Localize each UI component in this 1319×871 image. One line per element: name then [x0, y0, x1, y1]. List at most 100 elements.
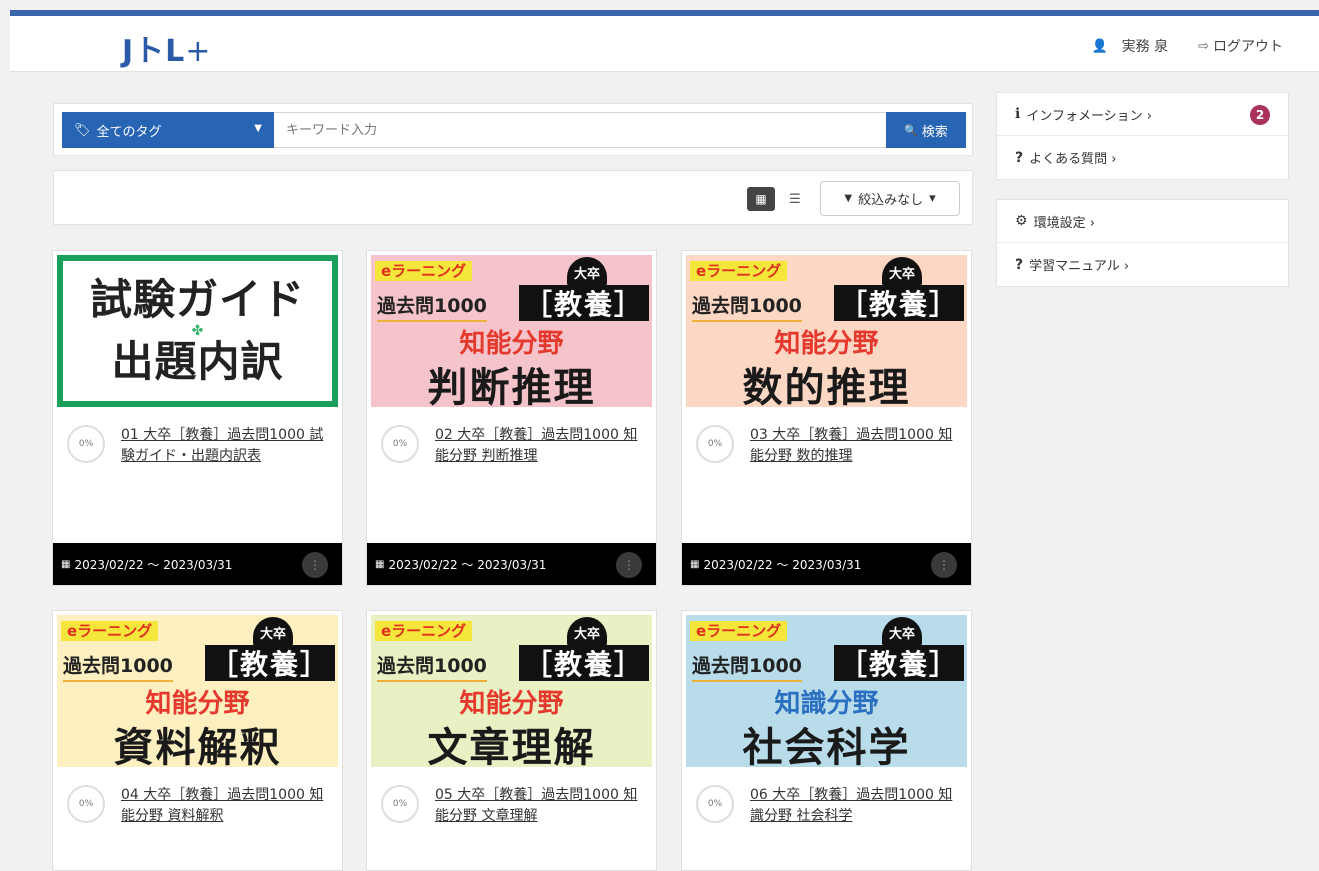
kyoyo-label: ［教養］: [205, 645, 335, 681]
side-info-panel: ℹ インフォメーション › 2 ? よくある質問 ›: [996, 92, 1289, 180]
progress-indicator: 0%: [67, 425, 105, 463]
app-header: JトL+ 👤 実務 泉 ⇨ ログアウト: [10, 16, 1319, 72]
list-icon: ☰: [789, 191, 801, 207]
question-circle-icon: ?: [1015, 256, 1024, 273]
course-card-04[interactable]: eラーニング 大卒 過去問1000 ［教養］ 知能分野 資料解釈 0% 04 大…: [52, 610, 343, 871]
course-title-link[interactable]: 03 大卒［教養］過去問1000 知能分野 数的推理: [750, 425, 960, 467]
tag-select[interactable]: 🏷 全てのタグ ▼: [62, 112, 274, 148]
calendar-icon: ▦: [61, 558, 71, 570]
logo-plus: +: [185, 34, 212, 69]
question-icon: ?: [1015, 149, 1024, 166]
date-bar: ▦ 2023/02/22 ～ 2023/03/31 ⋮: [367, 543, 656, 585]
sidebar-item-label: 学習マニュアル ›: [1029, 259, 1130, 274]
course-card-02[interactable]: eラーニング 大卒 過去問1000 ［教養］ 知能分野 判断推理 0% 02 大…: [366, 250, 657, 586]
course-title-link[interactable]: 05 大卒［教養］過去問1000 知能分野 文章理解: [435, 785, 645, 827]
past-questions-label: 過去問1000: [63, 651, 173, 682]
user-icon: 👤: [1091, 38, 1108, 54]
kyoyo-label: ［教養］: [519, 645, 649, 681]
more-menu-button[interactable]: ⋮: [302, 552, 328, 578]
progress-indicator: 0%: [696, 785, 734, 823]
progress-indicator: 0%: [381, 785, 419, 823]
past-questions-label: 過去問1000: [692, 651, 802, 682]
subject-label: 判断推理: [427, 365, 596, 407]
course-card-05[interactable]: eラーニング 大卒 過去問1000 ［教養］ 知能分野 文章理解 0% 05 大…: [366, 610, 657, 871]
user-name: 実務 泉: [1121, 39, 1169, 55]
past-questions-label: 過去問1000: [377, 291, 487, 322]
more-icon: ⋮: [623, 558, 635, 572]
course-title-link[interactable]: 04 大卒［教養］過去問1000 知能分野 資料解釈: [121, 785, 331, 827]
course-thumbnail[interactable]: eラーニング 大卒 過去問1000 ［教養］ 知能分野 文章理解: [371, 615, 652, 767]
more-menu-button[interactable]: ⋮: [616, 552, 642, 578]
tag-icon: 🏷: [74, 122, 91, 138]
sidebar-item-label: よくある質問 ›: [1029, 152, 1117, 167]
caret-down-icon: ▾: [929, 191, 936, 206]
calendar-icon: ▦: [690, 558, 700, 570]
course-thumbnail[interactable]: eラーニング 大卒 過去問1000 ［教養］ 知能分野 判断推理: [371, 255, 652, 407]
filter-label: 絞込みなし: [858, 193, 924, 208]
course-card-06[interactable]: eラーニング 大卒 過去問1000 ［教養］ 知識分野 社会科学 0% 06 大…: [681, 610, 972, 871]
elearning-tag: eラーニング: [375, 621, 473, 641]
more-icon: ⋮: [309, 558, 321, 572]
date-range: 2023/02/22 ～ 2023/03/31: [74, 557, 233, 572]
more-menu-button[interactable]: ⋮: [931, 552, 957, 578]
course-thumbnail[interactable]: eラーニング 大卒 過去問1000 ［教養］ 知能分野 数的推理: [686, 255, 967, 407]
notification-badge: 2: [1250, 105, 1270, 125]
course-thumbnail[interactable]: 試験ガイド ✤ 出題内訳: [57, 255, 338, 407]
tag-select-label: 全てのタグ: [96, 124, 162, 140]
course-title-link[interactable]: 02 大卒［教養］過去問1000 知能分野 判断推理: [435, 425, 645, 467]
date-bar: ▦ 2023/02/22 ～ 2023/03/31 ⋮: [682, 543, 971, 585]
more-icon: ⋮: [938, 558, 950, 572]
course-title-link[interactable]: 01 大卒［教養］過去問1000 試験ガイド・出題内訳表: [121, 425, 331, 467]
search-button[interactable]: 🔍 検索: [886, 112, 966, 148]
user-area: 👤 実務 泉 ⇨ ログアウト: [1091, 36, 1283, 56]
chevron-down-icon: ▼: [254, 123, 262, 134]
sidebar-item-settings[interactable]: ⚙ 環境設定 ›: [997, 200, 1288, 243]
subject-label: 数的推理: [742, 365, 911, 407]
view-filter-panel: ▦ ☰ ▼ 絞込みなし ▾: [53, 170, 973, 225]
course-card-03[interactable]: eラーニング 大卒 過去問1000 ［教養］ 知能分野 数的推理 0% 03 大…: [681, 250, 972, 586]
user-info: 👤 実務 泉: [1091, 36, 1168, 56]
grid-view-button[interactable]: ▦: [747, 187, 775, 211]
course-card-01[interactable]: 試験ガイド ✤ 出題内訳 0% 01 大卒［教養］過去問1000 試験ガイド・出…: [52, 250, 343, 586]
logout-link[interactable]: ⇨ ログアウト: [1198, 36, 1283, 56]
date-range: 2023/02/22 ～ 2023/03/31: [703, 557, 862, 572]
sidebar-item-manual[interactable]: ? 学習マニュアル ›: [997, 243, 1288, 286]
course-thumbnail[interactable]: eラーニング 大卒 過去問1000 ［教養］ 知識分野 社会科学: [686, 615, 967, 767]
logo-text: JトL: [122, 34, 186, 69]
clover-icon: ✤: [191, 323, 204, 339]
sidebar-item-faq[interactable]: ? よくある質問 ›: [997, 136, 1288, 179]
past-questions-label: 過去問1000: [692, 291, 802, 322]
search-panel: 🏷 全てのタグ ▼ 🔍 検索: [53, 103, 973, 156]
filter-icon: ▼: [844, 193, 853, 204]
course-title-link[interactable]: 06 大卒［教養］過去問1000 知識分野 社会科学: [750, 785, 960, 827]
kyoyo-label: ［教養］: [834, 285, 964, 321]
filter-dropdown[interactable]: ▼ 絞込みなし ▾: [820, 181, 960, 216]
sidebar-item-information[interactable]: ℹ インフォメーション › 2: [997, 93, 1288, 136]
thumb-guide-line2: 出題内訳: [111, 337, 284, 386]
sidebar-item-label: インフォメーション ›: [1026, 108, 1153, 124]
app-logo[interactable]: JトL+: [122, 26, 211, 70]
logout-icon: ⇨: [1198, 38, 1209, 54]
sidebar-item-label: 環境設定 ›: [1033, 215, 1095, 231]
date-bar: ▦ 2023/02/22 ～ 2023/03/31 ⋮: [53, 543, 342, 585]
subject-label: 社会科学: [742, 725, 911, 767]
elearning-tag: eラーニング: [690, 261, 788, 281]
subject-label: 文章理解: [427, 725, 596, 767]
logout-label: ログアウト: [1213, 39, 1283, 55]
search-button-label: 検索: [921, 124, 948, 140]
kyoyo-label: ［教養］: [834, 645, 964, 681]
course-thumbnail[interactable]: eラーニング 大卒 過去問1000 ［教養］ 知能分野 資料解釈: [57, 615, 338, 767]
elearning-tag: eラーニング: [690, 621, 788, 641]
list-view-button[interactable]: ☰: [781, 187, 809, 211]
date-range: 2023/02/22 ～ 2023/03/31: [388, 557, 547, 572]
search-icon: 🔍: [904, 123, 918, 137]
elearning-tag: eラーニング: [61, 621, 159, 641]
info-icon: ℹ: [1015, 106, 1021, 122]
progress-indicator: 0%: [696, 425, 734, 463]
past-questions-label: 過去問1000: [377, 651, 487, 682]
calendar-icon: ▦: [375, 558, 385, 570]
keyword-input[interactable]: [274, 112, 886, 148]
kyoyo-label: ［教養］: [519, 285, 649, 321]
elearning-tag: eラーニング: [375, 261, 473, 281]
subject-label: 資料解釈: [113, 725, 282, 767]
